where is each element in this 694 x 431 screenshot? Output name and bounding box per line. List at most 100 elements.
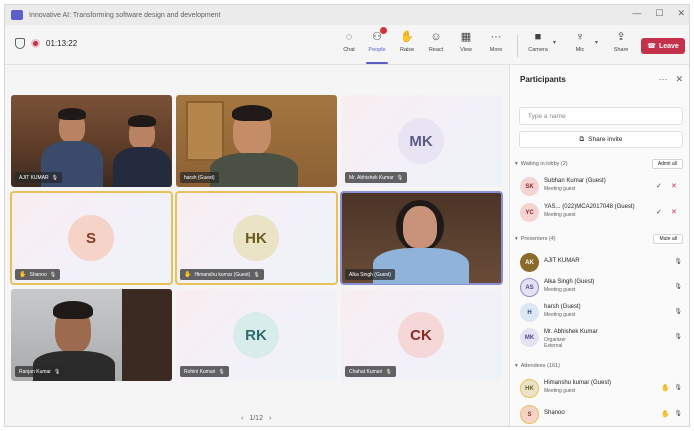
presenter-row[interactable]: H harsh (Guest) Meeting guest 🎙 [516,301,686,325]
share-invite-button[interactable]: ⧉ Share invite [519,131,683,148]
more-label: More [489,47,503,53]
mic-on-icon: 🎙 [674,284,682,290]
avatar-tile[interactable]: RK Rohini Kumari 🎙 [176,289,337,381]
avatar-tile[interactable]: CK Chahat Kumari 🎙 [341,289,502,381]
close-icon[interactable]: ✕ [677,8,685,19]
view-label: View [460,47,472,53]
presenters-section-header[interactable]: ▾ Presenters (4) [515,236,556,242]
attendee-row[interactable]: S Shanoo ✋ 🎙 [516,403,686,426]
panel-controls: ··· ✕ [658,74,683,85]
phone-icon: ☎ [647,43,656,50]
participant-name-tag: Rohini Kumari 🎙 [180,366,229,377]
people-button[interactable]: ⚇ People [364,27,390,64]
camera-button[interactable]: ■ Camera [525,30,551,62]
mic-options-chevron-icon[interactable]: ▾ [595,39,598,46]
avatar-tile[interactable]: HK ✋ Himanshu kumar (Guest) 🎙 [175,191,338,285]
more-button[interactable]: ··· More [483,30,509,62]
raised-hand-icon: ✋ [661,385,670,392]
deny-x-icon[interactable]: ✕ [671,182,677,190]
view-button[interactable]: ▦ View [453,30,479,62]
avatar: S [520,405,539,424]
presenter-row[interactable]: AK AJIT KUMAR 🎙 [516,251,686,275]
admit-checkmark-icon[interactable]: ✓ [656,182,662,190]
leave-label: Leave [658,42,679,50]
attendee-row[interactable]: HK Himanshu kumar (Guest) Meeting guest … [516,377,686,401]
title-bar: Innovative AI: Transforming software des… [5,5,689,25]
deny-x-icon[interactable]: ✕ [671,208,677,216]
raised-hand-icon: ✋ [661,411,670,418]
admit-all-button[interactable]: Admit all [651,159,683,169]
avatar: HK [520,379,539,398]
avatar-tile[interactable]: MK Mr. Abhishek Kumar 🎙 [341,95,502,187]
video-stage: AJIT KUMAR 🎙 harsh (Guest) MK Mr. Abhishe… [5,65,509,426]
participant-search-input[interactable]: Type a name [519,107,683,125]
next-page-chevron-icon[interactable]: › [269,415,271,422]
video-tile[interactable]: Ranjan Kumar 🎙 [11,289,172,381]
react-label: React [428,47,444,53]
gallery-pager: ‹ 1/12 › [241,415,271,422]
participant-name-tag: Chahat Kumari 🎙 [345,366,396,377]
avatar: HK [233,215,279,261]
react-button[interactable]: ☺ React [423,30,449,62]
chat-icon: ◌ [345,31,353,43]
more-icon: ··· [490,31,502,43]
close-panel-icon[interactable]: ✕ [675,74,683,85]
share-invite-label: Share invite [588,136,623,143]
admit-checkmark-icon[interactable]: ✓ [656,208,662,216]
mic-off-icon: 🎙 [385,368,392,375]
camera-label: Camera [528,47,548,53]
prev-page-chevron-icon[interactable]: ‹ [241,415,243,422]
lobby-section-header[interactable]: ▾ Waiting in lobby (2) [515,161,568,167]
more-options-icon[interactable]: ··· [658,74,667,85]
chevron-down-icon: ▾ [515,236,518,242]
share-icon: ⇪ [616,31,626,43]
video-tile[interactable]: harsh (Guest) [176,95,337,187]
attendees-section-header[interactable]: ▾ Attendees (161) [515,363,560,369]
raised-hand-icon: ✋ [184,272,192,278]
raise-hand-icon: ✋ [400,31,414,43]
mic-off-icon: 🎙 [53,368,61,375]
people-icon: ⚇ [370,27,387,44]
minimize-icon[interactable]: — [632,8,641,19]
lobby-person-row[interactable]: SK Subhan Kumar (Guest) Meeting guest ✓ … [516,175,686,199]
page-indicator: 1/12 [249,415,263,422]
video-tile[interactable]: AJIT KUMAR 🎙 [11,95,172,187]
mic-label: Mic [575,47,585,53]
lobby-person-row[interactable]: YC YAS... (022)MCA2017048 (Guest) Meetin… [516,201,686,225]
maximize-icon[interactable]: ☐ [655,8,663,19]
chat-button[interactable]: ◌ Chat [336,30,362,62]
participant-name-tag: ✋ Himanshu kumar (Guest) 🎙 [180,269,264,280]
chevron-down-icon: ▾ [515,363,518,369]
avatar-tile[interactable]: S ✋ Shanoo 🎙 [10,191,173,285]
presenter-row[interactable]: MK Mr. Abhishek Kumar Organizer External… [516,326,686,356]
mic-button[interactable]: ♆ Mic [567,30,593,62]
raise-hand-button[interactable]: ✋ Raise [394,30,420,62]
video-tile[interactable]: Alka Singh (Guest) [340,191,503,285]
participant-name-tag: Mr. Abhishek Kumar 🎙 [345,172,408,183]
avatar: AK [520,253,539,272]
chevron-down-icon: ▾ [515,161,518,167]
mic-off-icon: 🎙 [253,271,260,278]
notification-badge [380,27,387,34]
mic-off-icon: 🎙 [674,411,682,417]
avatar: MK [520,328,539,347]
presenter-row[interactable]: AS Alka Singh (Guest) Meeting guest 🎙 [516,276,686,300]
participant-name-tag: Alka Singh (Guest) [345,269,395,280]
recording-icon [31,39,40,48]
people-label: People [368,47,386,53]
shield-icon[interactable] [15,38,25,49]
leave-button[interactable]: ☎ Leave [641,38,685,54]
mute-all-button[interactable]: Mute all [653,234,683,244]
view-icon: ▦ [460,31,472,43]
participant-name-tag: Ranjan Kumar 🎙 [15,366,65,377]
share-button[interactable]: ⇪ Share [608,30,634,62]
avatar: AS [520,278,539,297]
avatar: MK [398,118,444,164]
avatar: SK [520,177,539,196]
participants-panel: Participants ··· ✕ Type a name ⧉ Share i… [509,65,689,426]
camera-options-chevron-icon[interactable]: ▾ [553,39,556,46]
mic-off-icon: 🎙 [396,174,404,181]
react-icon: ☺ [430,31,442,43]
avatar: RK [233,312,279,358]
camera-icon: ■ [534,31,542,43]
